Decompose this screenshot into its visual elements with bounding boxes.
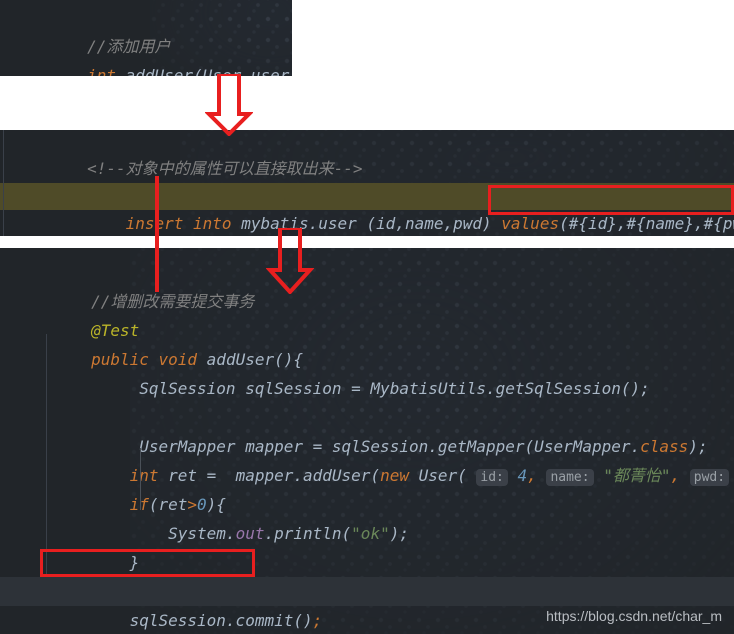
code-lines-mapper-xml: <!--对象中的属性可以直接取出来--> <insert id="addUser…: [0, 130, 734, 236]
screenshot-root: //添加用户 int addUser(User user); <!--对象中的属…: [0, 0, 734, 634]
code-line: //增删改需要提交事务: [0, 258, 734, 311]
arrow-interface-to-xml-icon: [205, 74, 253, 136]
code-line: //提交事务: [0, 548, 734, 601]
code-panel-junit-test: //增删改需要提交事务 @Test public void addUser(){…: [0, 248, 734, 634]
code-line: int addUser(User user);: [0, 31, 292, 76]
code-line: @Test: [0, 287, 734, 340]
code-panel-mapper-interface: //添加用户 int addUser(User user);: [0, 0, 292, 76]
code-line-blank: [0, 374, 734, 403]
code-line: <insert id="addUser" parameterType="com.…: [0, 156, 734, 206]
code-panel-mapper-xml: <!--对象中的属性可以直接取出来--> <insert id="addUser…: [0, 130, 734, 236]
code-line: UserMapper mapper = sqlSession.getMapper…: [0, 403, 734, 456]
code-line: <!--对象中的属性可以直接取出来-->: [0, 130, 734, 178]
watermark-url: https://blog.csdn.net/char_m: [546, 608, 722, 624]
code-line: //添加用户: [0, 0, 292, 56]
code-line: public void addUser(){: [0, 316, 734, 369]
editor-gutter-divider: [3, 130, 4, 236]
editor-gutter-divider: [46, 334, 47, 574]
code-token-method-signature: addUser(User user);: [125, 66, 292, 76]
code-line: </insert>: [0, 210, 734, 236]
code-token-keyword-int: int: [87, 66, 116, 76]
code-line: }: [0, 519, 734, 572]
code-line: int ret = mapper.addUser(new User( id: 4…: [0, 432, 734, 486]
code-line-highlighted: sqlSession.commit();: [0, 577, 734, 630]
code-line: System.out.println("ok");: [0, 490, 734, 543]
code-lines-junit-test: //增删改需要提交事务 @Test public void addUser(){…: [0, 248, 734, 634]
code-line-highlighted: insert into mybatis.user (id,name,pwd) v…: [0, 183, 734, 233]
code-lines-mapper-interface: //添加用户 int addUser(User user);: [0, 0, 292, 76]
code-line: if(ret>0){: [0, 461, 734, 514]
code-line: SqlSession sqlSession = MybatisUtils.get…: [0, 345, 734, 398]
indent-guide: [140, 448, 141, 510]
